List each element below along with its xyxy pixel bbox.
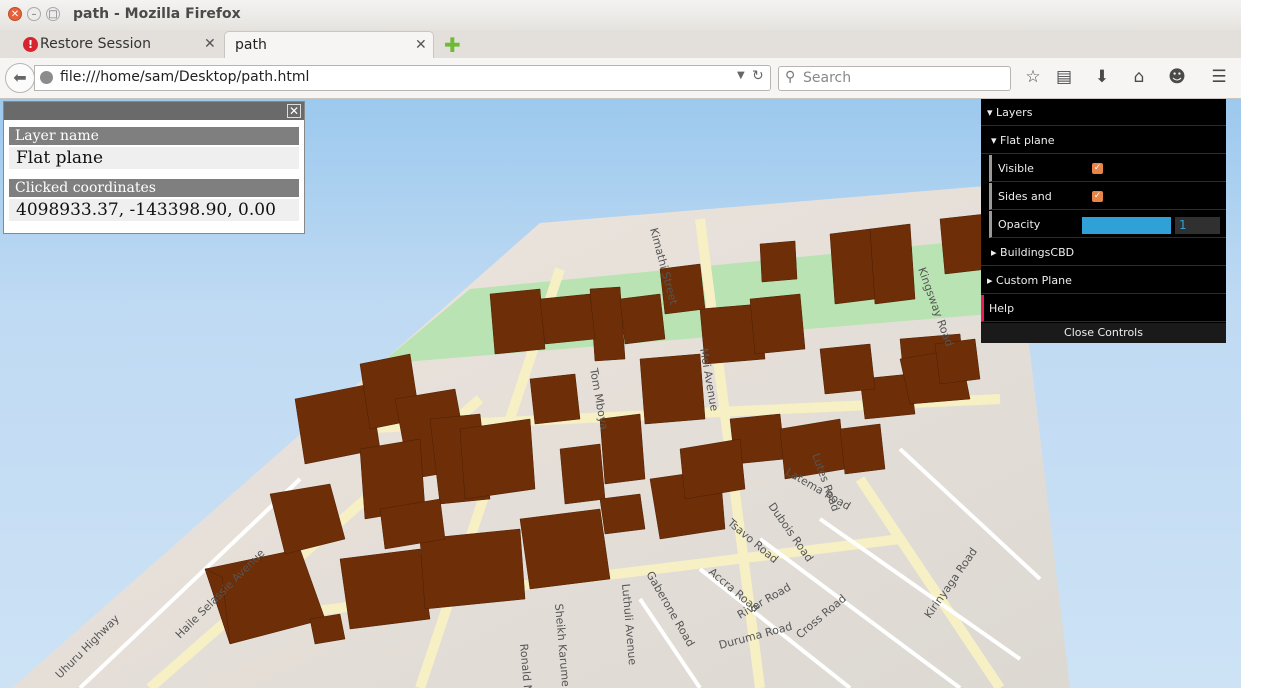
new-tab-button[interactable]: ✚ xyxy=(444,33,461,57)
opacity-row[interactable]: Opacity 1 xyxy=(989,211,1226,238)
caret-down-icon: ▾ xyxy=(991,134,997,147)
window-titlebar: ✕ – □ path - Mozilla Firefox xyxy=(0,0,1241,30)
caret-right-icon: ▸ xyxy=(991,246,997,259)
controls-panel: ▾ Layers ▾ Flat plane Visible ✓ Sides an… xyxy=(981,99,1226,343)
caret-down-icon: ▾ xyxy=(987,106,993,119)
info-panel-header: ✕ xyxy=(4,102,304,120)
folder-label: Custom Plane xyxy=(996,274,1072,287)
home-icon[interactable]: ⌂ xyxy=(1128,67,1150,87)
globe-icon xyxy=(40,71,53,84)
visible-row[interactable]: Visible ✓ xyxy=(989,155,1226,182)
sides-checkbox[interactable]: ✓ xyxy=(1092,191,1103,202)
visible-label: Visible xyxy=(998,162,1034,175)
info-close-button[interactable]: ✕ xyxy=(287,104,301,118)
folder-label: BuildingsCBD xyxy=(1000,246,1075,259)
opacity-input[interactable]: 1 xyxy=(1175,217,1220,234)
tab-restore-session[interactable]: ! Restore Session ✕ xyxy=(16,31,222,58)
folder-buildings[interactable]: ▸ BuildingsCBD xyxy=(981,239,1226,266)
close-tab-icon[interactable]: ✕ xyxy=(204,36,216,52)
window-maximize-button[interactable]: □ xyxy=(46,7,60,21)
opacity-label: Opacity xyxy=(998,218,1041,231)
close-tab-icon[interactable]: ✕ xyxy=(415,37,427,53)
folder-layers[interactable]: ▾ Layers xyxy=(981,99,1226,126)
opacity-slider[interactable] xyxy=(1082,217,1171,234)
reading-list-icon[interactable]: ▤ xyxy=(1053,67,1075,87)
close-controls-button[interactable]: Close Controls xyxy=(981,323,1226,343)
help-row[interactable]: Help xyxy=(981,295,1226,322)
folder-flat-plane[interactable]: ▾ Flat plane xyxy=(981,127,1226,154)
folder-label: Layers xyxy=(996,106,1033,119)
menu-icon[interactable]: ☰ xyxy=(1208,67,1230,87)
sides-row[interactable]: Sides and ✓ xyxy=(989,183,1226,210)
chevron-down-icon[interactable]: ▼ xyxy=(737,70,745,81)
reload-icon[interactable]: ↻ xyxy=(752,68,764,84)
coords-value: 4098933.37, -143398.90, 0.00 xyxy=(9,199,299,221)
help-label: Help xyxy=(989,302,1015,315)
url-text[interactable]: file:///home/sam/Desktop/path.html xyxy=(60,69,309,85)
caret-right-icon: ▸ xyxy=(987,274,993,287)
scrollbar-gutter xyxy=(1241,0,1283,688)
tab-strip: ! Restore Session ✕ path ✕ xyxy=(0,30,1241,58)
folder-custom-plane[interactable]: ▸ Custom Plane xyxy=(981,267,1226,294)
info-panel: ✕ Layer name Flat plane Clicked coordina… xyxy=(3,101,305,234)
tab-label: Restore Session xyxy=(40,36,151,52)
window-minimize-button[interactable]: – xyxy=(27,7,41,21)
window-title: path - Mozilla Firefox xyxy=(73,6,241,22)
downloads-icon[interactable]: ⬇ xyxy=(1091,67,1113,87)
layer-name-label: Layer name xyxy=(9,127,299,145)
tab-label: path xyxy=(235,37,267,53)
window-close-button[interactable]: ✕ xyxy=(8,7,22,21)
hello-icon[interactable]: ☻ xyxy=(1166,67,1188,87)
search-placeholder[interactable]: Search xyxy=(803,70,851,86)
sides-label: Sides and xyxy=(998,190,1052,203)
visible-checkbox[interactable]: ✓ xyxy=(1092,163,1103,174)
bookmark-star-icon[interactable]: ☆ xyxy=(1022,67,1044,87)
warning-icon: ! xyxy=(23,37,38,52)
search-icon: ⚲ xyxy=(785,69,796,85)
coords-label: Clicked coordinates xyxy=(9,179,299,197)
back-button[interactable]: ⬅ xyxy=(5,63,35,93)
folder-label: Flat plane xyxy=(1000,134,1055,147)
layer-name-value: Flat plane xyxy=(9,147,299,169)
tab-path[interactable]: path ✕ xyxy=(224,31,434,58)
